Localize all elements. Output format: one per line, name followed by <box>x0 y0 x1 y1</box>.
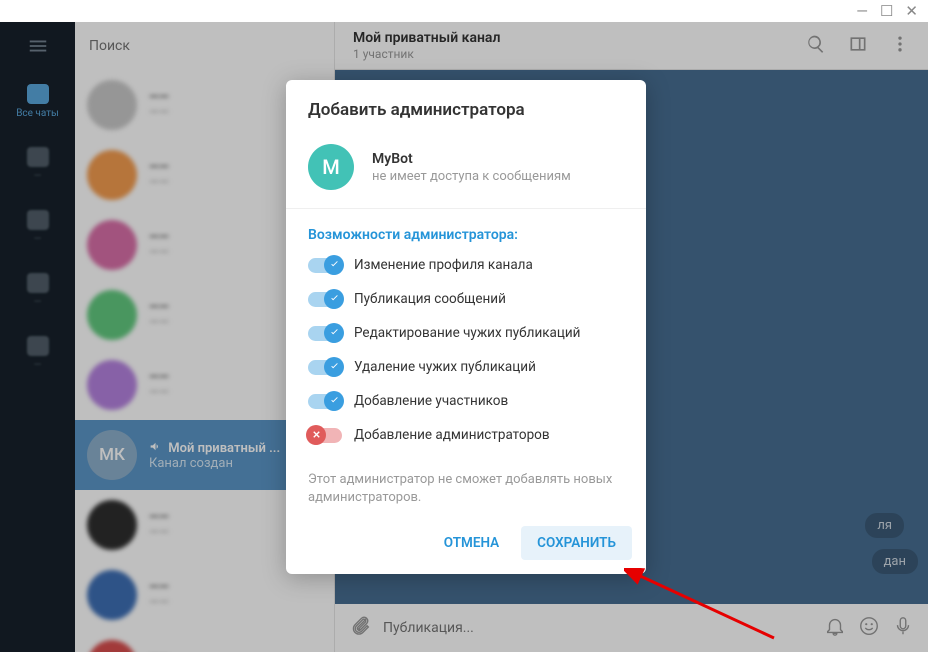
cancel-button[interactable]: ОТМЕНА <box>428 526 515 560</box>
permission-toggle[interactable] <box>308 428 342 443</box>
permission-label: Добавление участников <box>354 393 508 409</box>
permission-row: Удаление чужих публикаций <box>308 359 624 375</box>
user-name: MyBot <box>372 151 571 167</box>
section-title: Возможности администратора: <box>308 227 624 243</box>
permission-row: Изменение профиля канала <box>308 257 624 273</box>
add-admin-modal: Добавить администратора М MyBot не имеет… <box>286 80 646 574</box>
permission-row: Добавление участников <box>308 393 624 409</box>
permission-toggle[interactable] <box>308 326 342 341</box>
permission-label: Редактирование чужих публикаций <box>354 325 580 341</box>
permission-toggle[interactable] <box>308 292 342 307</box>
close-icon[interactable]: ✕ <box>905 2 918 20</box>
permission-label: Публикация сообщений <box>354 291 506 307</box>
save-button[interactable]: СОХРАНИТЬ <box>521 526 632 560</box>
maximize-icon[interactable]: ☐ <box>880 2 893 20</box>
permission-label: Удаление чужих публикаций <box>354 359 536 375</box>
user-subtitle: не имеет доступа к сообщениям <box>372 169 571 184</box>
modal-user-row[interactable]: М MyBot не имеет доступа к сообщениям <box>286 130 646 208</box>
permission-row: Редактирование чужих публикаций <box>308 325 624 341</box>
permission-toggle[interactable] <box>308 360 342 375</box>
modal-note: Этот администратор не сможет добавлять н… <box>286 471 646 516</box>
minimize-icon[interactable]: — <box>856 2 868 20</box>
permission-row: Публикация сообщений <box>308 291 624 307</box>
window-controls: — ☐ ✕ <box>0 0 928 22</box>
permission-toggle[interactable] <box>308 394 342 409</box>
permission-label: Изменение профиля канала <box>354 257 533 273</box>
avatar: М <box>308 144 354 190</box>
modal-title: Добавить администратора <box>308 100 624 120</box>
permission-label: Добавление администраторов <box>354 427 550 443</box>
permission-row: Добавление администраторов <box>308 427 624 443</box>
permission-toggle[interactable] <box>308 258 342 273</box>
